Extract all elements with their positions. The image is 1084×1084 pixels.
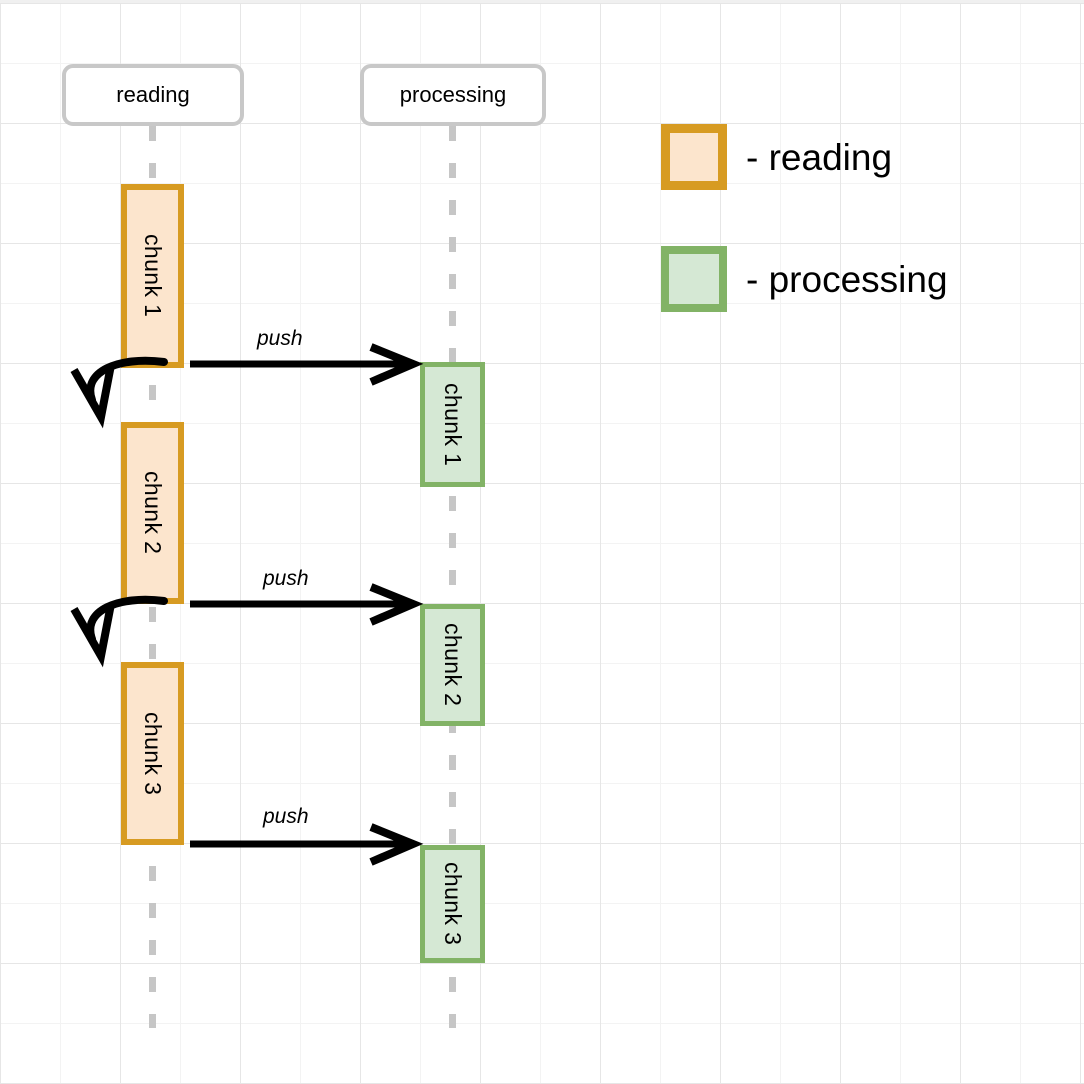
activation-label: chunk 1 xyxy=(440,382,466,467)
activation-reading-chunk-1[interactable]: chunk 1 xyxy=(121,184,184,368)
activation-label: chunk 3 xyxy=(140,711,166,796)
legend-swatch-processing-icon xyxy=(661,246,727,312)
legend-label-reading: - reading xyxy=(746,136,893,178)
activation-label: chunk 1 xyxy=(140,234,166,318)
activation-reading-chunk-2[interactable]: chunk 2 xyxy=(121,422,184,604)
lifeline-header-reading-label: reading xyxy=(116,82,190,107)
message-label-push-3: push xyxy=(263,805,309,828)
legend-label-processing: - processing xyxy=(746,258,948,300)
message-push-1 xyxy=(190,343,424,386)
activation-processing-chunk-3[interactable]: chunk 3 xyxy=(420,845,485,963)
message-push-2 xyxy=(190,583,424,626)
activation-label: chunk 2 xyxy=(440,623,466,707)
activation-reading-chunk-3[interactable]: chunk 3 xyxy=(121,662,184,845)
message-push-3 xyxy=(190,823,424,866)
legend-item-reading: - reading xyxy=(661,124,892,190)
activation-processing-chunk-2[interactable]: chunk 2 xyxy=(420,604,485,726)
legend-item-processing: - processing xyxy=(661,246,948,312)
lifeline-header-processing[interactable]: processing xyxy=(360,64,546,126)
lifeline-header-processing-label: processing xyxy=(399,82,507,107)
lifeline-header-reading[interactable]: reading xyxy=(62,64,244,126)
message-label-push-1: push xyxy=(257,327,303,350)
activation-label: chunk 2 xyxy=(140,471,166,555)
activation-processing-chunk-1[interactable]: chunk 1 xyxy=(420,362,485,487)
activation-label: chunk 3 xyxy=(440,862,466,946)
message-label-push-2: push xyxy=(263,567,309,590)
diagram-canvas: reading processing chunk 1 chunk 2 chunk… xyxy=(0,0,1084,1084)
legend-swatch-reading-icon xyxy=(661,124,727,190)
